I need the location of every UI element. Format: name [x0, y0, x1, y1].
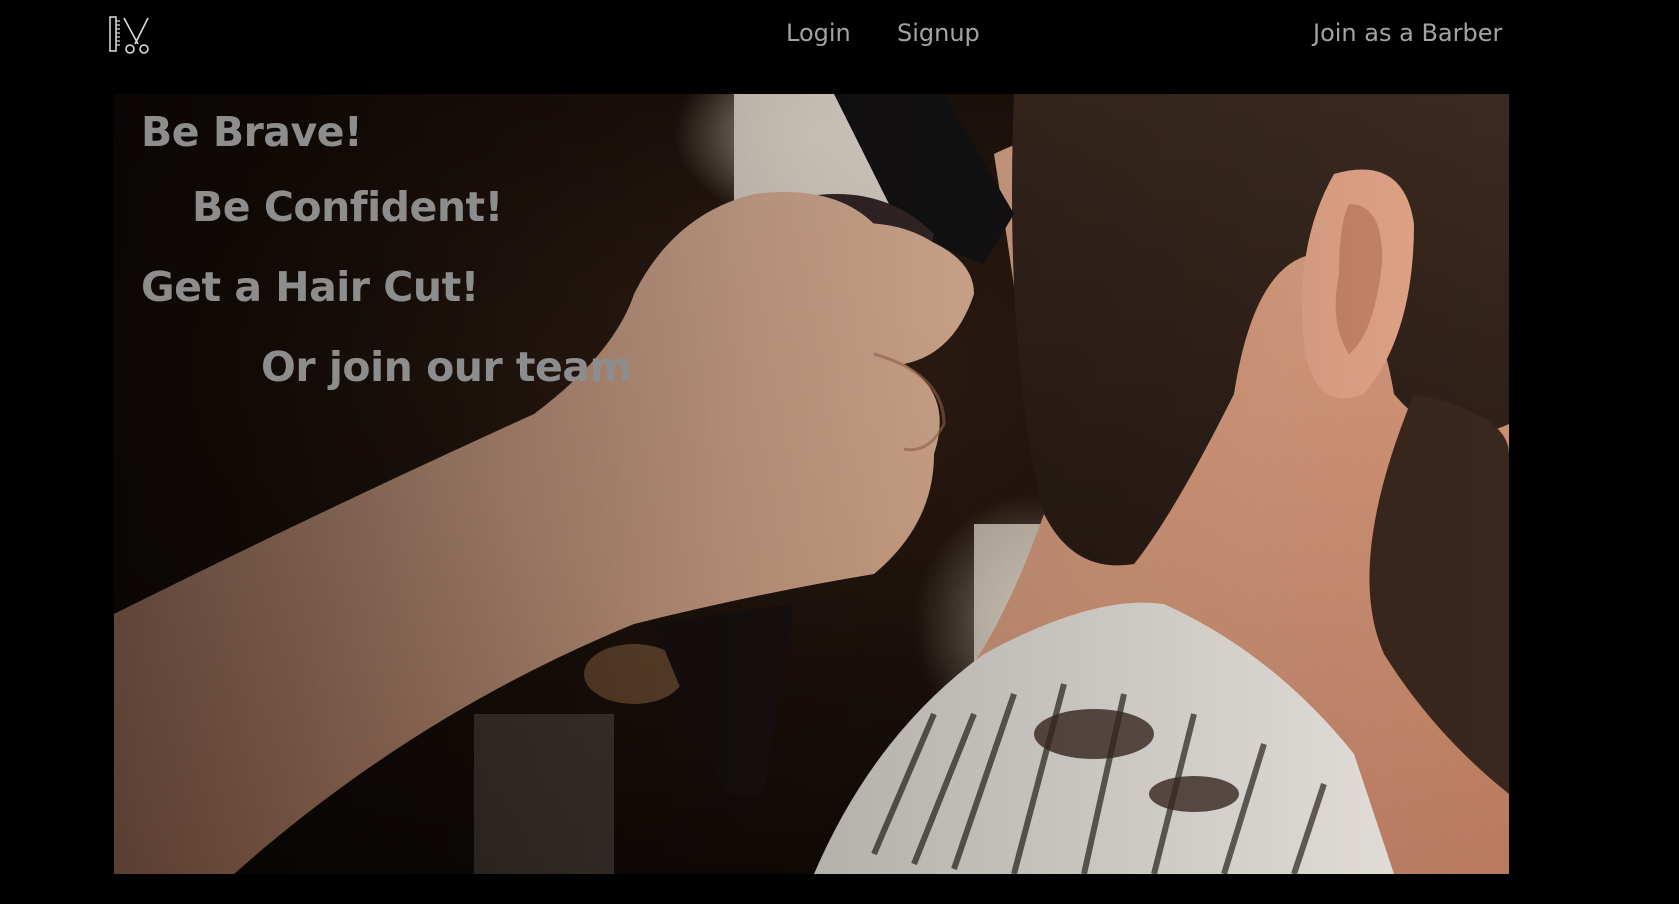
join-as-barber-link[interactable]: Join as a Barber: [1313, 18, 1502, 48]
top-navbar: Login Signup Join as a Barber: [0, 0, 1679, 86]
tagline-get-haircut: Get a Hair Cut!: [141, 263, 479, 311]
tagline-be-brave: Be Brave!: [141, 108, 363, 156]
hero-banner: Be Brave! Be Confident! Get a Hair Cut! …: [114, 94, 1509, 874]
tagline-be-confident: Be Confident!: [192, 183, 503, 231]
login-link[interactable]: Login: [786, 18, 851, 48]
signup-link[interactable]: Signup: [897, 18, 980, 48]
tagline-join-team: Or join our team: [261, 343, 632, 391]
comb-scissors-icon[interactable]: [108, 14, 152, 56]
